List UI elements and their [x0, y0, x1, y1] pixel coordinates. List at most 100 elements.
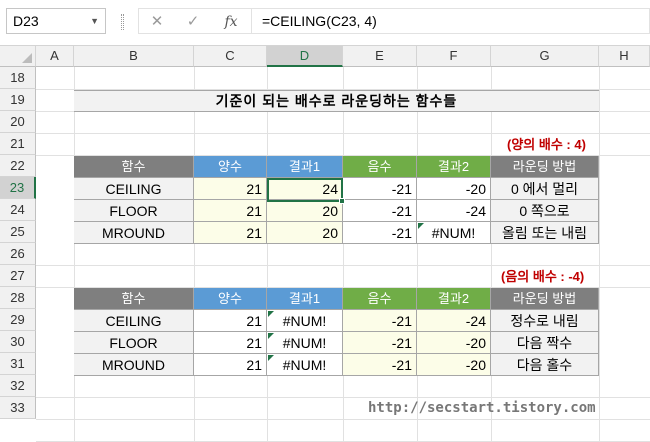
row-header-20[interactable]: 20 — [0, 111, 36, 133]
row-header-26[interactable]: 26 — [0, 243, 36, 265]
grid-line — [491, 67, 492, 442]
header-method[interactable]: 라운딩 방법 — [491, 288, 599, 310]
cell-result2[interactable]: -20 — [417, 178, 491, 200]
cell-result1[interactable]: #NUM! — [267, 332, 343, 354]
row-header-33[interactable]: 33 — [0, 397, 36, 419]
cell-method[interactable]: 올림 또는 내림 — [491, 222, 599, 244]
row-header-29[interactable]: 29 — [0, 309, 36, 331]
grid-line — [36, 265, 650, 266]
sheet-title[interactable]: 기준이 되는 배수로 라운딩하는 함수들 — [74, 90, 599, 112]
drag-handle[interactable] — [121, 14, 124, 30]
row-header-22[interactable]: 22 — [0, 155, 36, 177]
column-header-c[interactable]: C — [194, 46, 267, 67]
header-result2[interactable]: 결과2 — [417, 288, 491, 310]
cell-method[interactable]: 0 쪽으로 — [491, 200, 599, 222]
note-negative-multiple[interactable]: (음의 배수 : -4) — [501, 267, 584, 287]
cell-positive[interactable]: 21 — [194, 354, 267, 376]
formula-input[interactable]: =CEILING(C23, 4) — [252, 8, 650, 34]
cell-function[interactable]: FLOOR — [74, 332, 194, 354]
cell-positive[interactable]: 21 — [194, 178, 267, 200]
cell-function[interactable]: FLOOR — [74, 200, 194, 222]
select-all-icon — [22, 53, 32, 63]
grid-line — [267, 67, 268, 442]
cell-result2[interactable]: -24 — [417, 200, 491, 222]
formula-buttons: ✕ ✓ fx — [138, 8, 252, 34]
fill-handle[interactable] — [339, 198, 345, 204]
row-header-30[interactable]: 30 — [0, 331, 36, 353]
grid-line — [343, 67, 344, 442]
cell-result2[interactable]: -20 — [417, 332, 491, 354]
column-header-a[interactable]: A — [36, 46, 74, 67]
column-header-f[interactable]: F — [417, 46, 491, 67]
grid-line — [194, 67, 195, 442]
column-header-b[interactable]: B — [74, 46, 194, 67]
cell-method[interactable]: 다음 홀수 — [491, 354, 599, 376]
row-header-31[interactable]: 31 — [0, 353, 36, 375]
cell-function[interactable]: MROUND — [74, 222, 194, 244]
cell-method[interactable]: 정수로 내림 — [491, 310, 599, 332]
column-header-e[interactable]: E — [343, 46, 417, 67]
name-box-value: D23 — [13, 13, 39, 29]
header-result2[interactable]: 결과2 — [417, 156, 491, 178]
header-positive[interactable]: 양수 — [194, 288, 267, 310]
row-header-21[interactable]: 21 — [0, 133, 36, 155]
cell-negative[interactable]: -21 — [343, 310, 417, 332]
note-positive-multiple[interactable]: (양의 배수 : 4) — [507, 135, 586, 155]
header-negative[interactable]: 음수 — [343, 288, 417, 310]
row-header-27[interactable]: 27 — [0, 265, 36, 287]
cell-positive[interactable]: 21 — [194, 310, 267, 332]
grid-line — [599, 67, 600, 442]
row-header-19[interactable]: 19 — [0, 89, 36, 111]
header-function[interactable]: 함수 — [74, 156, 194, 178]
grid-line — [417, 67, 418, 442]
cell-method[interactable]: 다음 짝수 — [491, 332, 599, 354]
cell-positive[interactable]: 21 — [194, 200, 267, 222]
grid-line — [36, 419, 650, 420]
cell-method[interactable]: 0 에서 멀리 — [491, 178, 599, 200]
cell-result2[interactable]: -24 — [417, 310, 491, 332]
header-method[interactable]: 라운딩 방법 — [491, 156, 599, 178]
row-header-32[interactable]: 32 — [0, 375, 36, 397]
grid-line — [36, 397, 650, 398]
cell-result2[interactable]: #NUM! — [417, 222, 491, 244]
cell-result1[interactable]: #NUM! — [267, 310, 343, 332]
error-indicator-icon — [268, 311, 274, 317]
cell-negative[interactable]: -21 — [343, 332, 417, 354]
cell-positive[interactable]: 21 — [194, 222, 267, 244]
insert-function-icon[interactable]: fx — [221, 12, 241, 32]
row-header-23[interactable]: 23 — [0, 177, 36, 199]
cell-result1[interactable]: 20 — [267, 200, 343, 222]
header-positive[interactable]: 양수 — [194, 156, 267, 178]
row-header-18[interactable]: 18 — [0, 67, 36, 89]
cell-function[interactable]: CEILING — [74, 310, 194, 332]
blog-url: http://secstart.tistory.com — [368, 400, 596, 416]
column-header-d[interactable]: D — [267, 46, 343, 67]
cell-result1[interactable]: 20 — [267, 222, 343, 244]
column-header-h[interactable]: H — [599, 46, 650, 67]
cell-negative[interactable]: -21 — [343, 222, 417, 244]
cell-negative[interactable]: -21 — [343, 200, 417, 222]
header-negative[interactable]: 음수 — [343, 156, 417, 178]
cell-negative[interactable]: -21 — [343, 354, 417, 376]
cell-negative[interactable]: -21 — [343, 178, 417, 200]
cell-function[interactable]: CEILING — [74, 178, 194, 200]
select-all-button[interactable] — [0, 46, 36, 67]
grid-line — [36, 133, 650, 134]
row-header-24[interactable]: 24 — [0, 199, 36, 221]
chevron-down-icon[interactable]: ▼ — [90, 9, 99, 33]
row-header-28[interactable]: 28 — [0, 287, 36, 309]
cancel-icon[interactable]: ✕ — [147, 12, 167, 32]
cell-result2[interactable]: -20 — [417, 354, 491, 376]
header-function[interactable]: 함수 — [74, 288, 194, 310]
name-box[interactable]: D23 ▼ — [6, 8, 106, 34]
error-indicator-icon — [268, 355, 274, 361]
check-icon[interactable]: ✓ — [183, 12, 203, 32]
header-result1[interactable]: 결과1 — [267, 288, 343, 310]
header-result1[interactable]: 결과1 — [267, 156, 343, 178]
error-indicator-icon — [418, 223, 424, 229]
cell-result1[interactable]: #NUM! — [267, 354, 343, 376]
row-header-25[interactable]: 25 — [0, 221, 36, 243]
cell-positive[interactable]: 21 — [194, 332, 267, 354]
column-header-g[interactable]: G — [491, 46, 599, 67]
cell-function[interactable]: MROUND — [74, 354, 194, 376]
